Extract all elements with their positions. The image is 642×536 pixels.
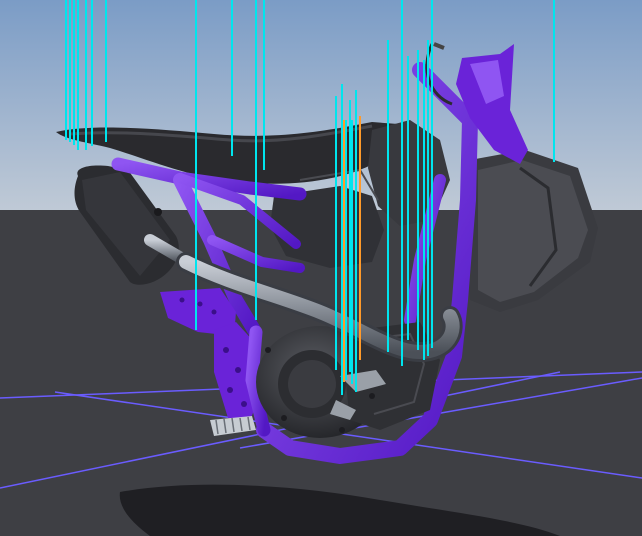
3d-viewport[interactable] bbox=[0, 0, 642, 536]
scene-canvas[interactable] bbox=[0, 0, 642, 536]
